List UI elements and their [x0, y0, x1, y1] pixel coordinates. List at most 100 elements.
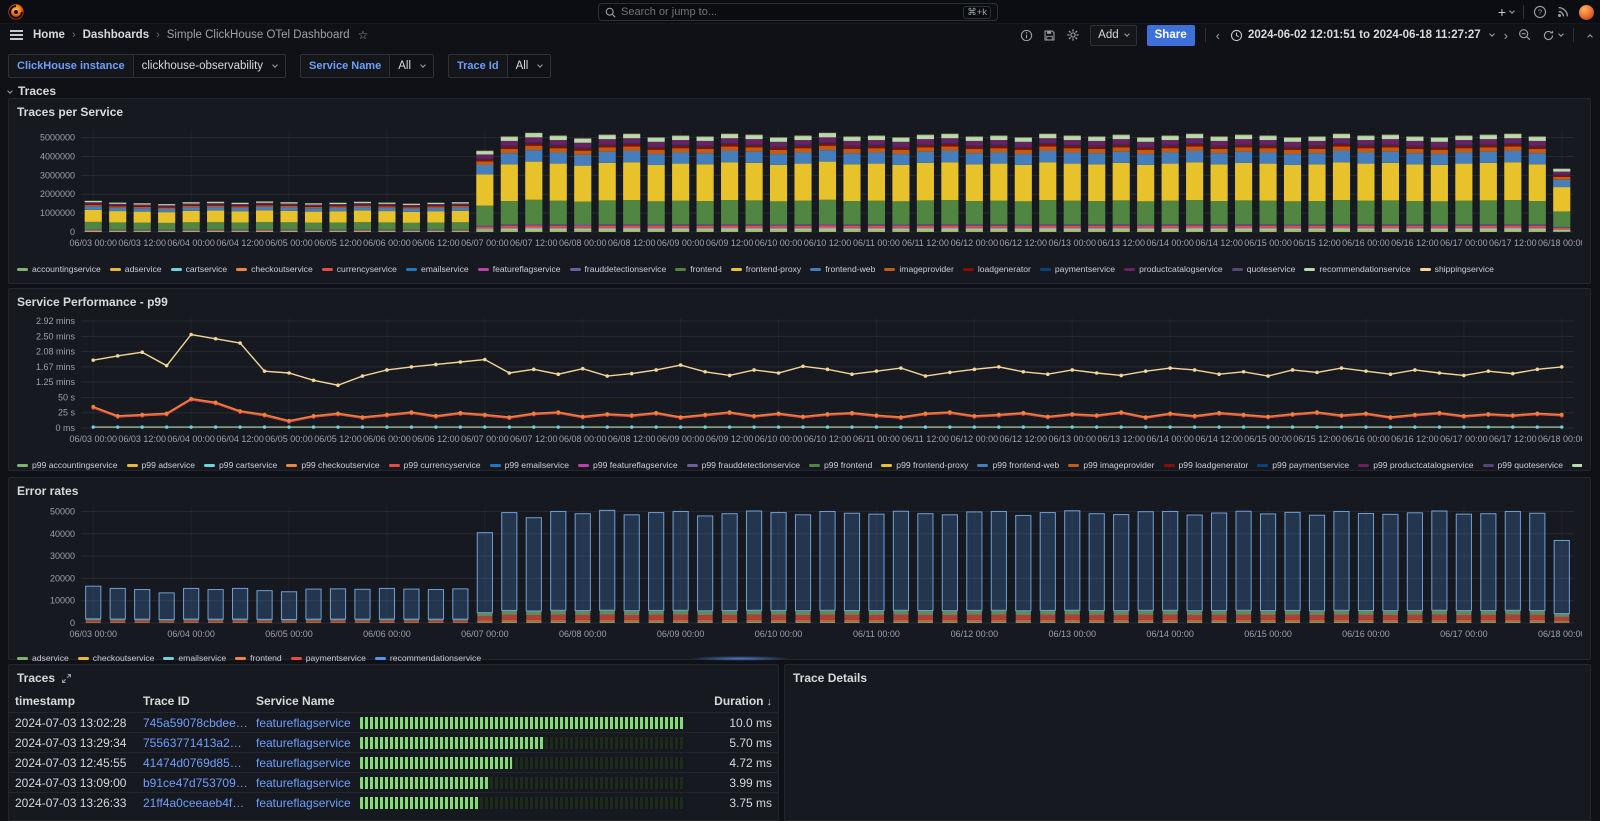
save-icon[interactable]	[1043, 29, 1056, 42]
expand-icon[interactable]	[61, 673, 72, 684]
legend-item[interactable]: p99 checkoutservice	[286, 460, 379, 470]
legend-item[interactable]: p99 adservice	[127, 460, 196, 470]
svg-text:06/17 00:00: 06/17 00:00	[1440, 238, 1488, 248]
svg-text:06/06 12:00: 06/06 12:00	[412, 238, 460, 248]
add-button[interactable]: Add	[1090, 25, 1136, 46]
cell-service-link[interactable]: featureflagservice	[256, 736, 360, 750]
panel-title[interactable]: Traces	[9, 670, 778, 686]
cell-trace-id-link[interactable]: 21ff4a0ceeaeb4fd90af0...	[143, 796, 256, 810]
legend-item[interactable]: adservice	[110, 264, 162, 274]
legend-item[interactable]: currencyservice	[322, 264, 397, 274]
col-service-name[interactable]: Service Name	[256, 694, 360, 708]
grafana-logo-icon[interactable]	[7, 3, 25, 21]
refresh-control[interactable]	[1542, 29, 1563, 42]
legend-item[interactable]: productcatalogservice	[1124, 264, 1223, 274]
legend-item[interactable]: shippingservice	[1420, 264, 1494, 274]
settings-gear-icon[interactable]	[1066, 28, 1080, 42]
time-range-picker[interactable]: 2024-06-02 12:01:51 to 2024-06-18 11:27:…	[1230, 29, 1494, 42]
legend-item[interactable]: p99 recommendationservice	[1572, 460, 1582, 470]
cell-trace-id-link[interactable]: b91ce47d753709695f1d...	[143, 776, 256, 790]
col-duration[interactable]: Duration↓	[694, 694, 772, 708]
svg-text:0: 0	[70, 227, 75, 237]
traces-per-service-chart[interactable]: 01000000200000030000004000000500000006/0…	[17, 120, 1582, 260]
legend-item[interactable]: loadgenerator	[963, 264, 1031, 274]
legend-item[interactable]: p99 currencyservice	[389, 460, 481, 470]
panel-title[interactable]: Traces per Service	[17, 104, 1582, 120]
row-traces[interactable]: Traces	[8, 84, 56, 98]
legend-item[interactable]: frontend-proxy	[731, 264, 801, 274]
cell-trace-id-link[interactable]: 745a59078cbdeec39b7...	[143, 716, 256, 730]
svg-text:06/15 00:00: 06/15 00:00	[1244, 434, 1292, 444]
panel-title[interactable]: Error rates	[17, 483, 1582, 499]
panel-title[interactable]: Service Performance - p99	[17, 294, 1582, 310]
legend-item[interactable]: p99 imageprovider	[1068, 460, 1154, 470]
collapse-toolbar-icon[interactable]	[1587, 34, 1593, 40]
legend-item[interactable]: imageprovider	[884, 264, 953, 274]
legend-item[interactable]: frontend	[675, 264, 722, 274]
variable-trace-id[interactable]: Trace Id All	[448, 54, 551, 78]
legend-item[interactable]: p99 frontend-web	[977, 460, 1059, 470]
cell-trace-id-link[interactable]: 75563771413a22a54618...	[143, 736, 256, 750]
service-performance-chart[interactable]: 0 ms25 s50 s1.25 mins1.67 mins2.08 mins2…	[17, 310, 1582, 456]
legend-item[interactable]: emailservice	[406, 264, 469, 274]
favorite-star-icon[interactable]: ☆	[358, 28, 369, 42]
col-timestamp[interactable]: timestamp	[15, 694, 143, 708]
variable-service-name[interactable]: Service Name All	[300, 54, 434, 78]
legend-item[interactable]: p99 quoteservice	[1483, 460, 1563, 470]
new-item-button[interactable]: +	[1498, 4, 1514, 20]
legend-item[interactable]: adservice	[17, 653, 69, 663]
breadcrumb-home[interactable]: Home	[33, 29, 65, 41]
legend-item[interactable]: frontend	[235, 653, 282, 663]
help-icon[interactable]: ?	[1533, 5, 1547, 19]
legend-item[interactable]: p99 paymentservice	[1257, 460, 1349, 470]
legend-item[interactable]: frontend-web	[810, 264, 875, 274]
legend-item[interactable]: p99 loadgenerator	[1164, 460, 1249, 470]
menu-icon[interactable]	[10, 27, 23, 42]
user-avatar[interactable]	[1579, 5, 1594, 20]
legend-item[interactable]: emailservice	[163, 653, 226, 663]
search-input[interactable]	[621, 6, 963, 18]
legend-item[interactable]: frauddetectionservice	[570, 264, 667, 274]
cell-service-link[interactable]: featureflagservice	[256, 776, 360, 790]
error-rates-chart[interactable]: 0100002000030000400005000006/03 00:0006/…	[17, 499, 1582, 649]
legend-item[interactable]: recommendationservice	[375, 653, 481, 663]
legend-item[interactable]: p99 cartservice	[204, 460, 277, 470]
legend-item[interactable]: checkoutservice	[236, 264, 313, 274]
legend-item[interactable]: p99 productcatalogservice	[1358, 460, 1473, 470]
legend-item[interactable]: p99 accountingservice	[17, 460, 118, 470]
duration-bar-gauge	[360, 717, 684, 729]
legend-item[interactable]: p99 emailservice	[490, 460, 569, 470]
legend-item[interactable]: paymentservice	[291, 653, 366, 663]
cell-service-link[interactable]: featureflagservice	[256, 796, 360, 810]
breadcrumb-dashboards[interactable]: Dashboards	[83, 29, 149, 41]
legend-item[interactable]: p99 frauddetectionservice	[687, 460, 800, 470]
global-search[interactable]: ⌘+k	[598, 3, 998, 21]
legend-item[interactable]: p99 frontend-proxy	[881, 460, 968, 470]
cell-trace-id-link[interactable]: 41474d0769d85ee2828...	[143, 756, 256, 770]
legend-item[interactable]: paymentservice	[1040, 264, 1115, 274]
insights-icon[interactable]	[1020, 29, 1033, 42]
zoom-out-icon[interactable]	[1518, 28, 1532, 42]
legend-item[interactable]: cartservice	[171, 264, 228, 274]
svg-text:06/15 12:00: 06/15 12:00	[1293, 434, 1341, 444]
cell-service-link[interactable]: featureflagservice	[256, 756, 360, 770]
legend-color-dash	[1304, 268, 1315, 271]
duration-bar-gauge	[360, 757, 684, 769]
panel-title[interactable]: Trace Details	[793, 670, 1582, 686]
legend-item[interactable]: p99 frontend	[809, 460, 872, 470]
legend-item[interactable]: checkoutservice	[78, 653, 155, 663]
legend-item[interactable]: recommendationservice	[1304, 264, 1410, 274]
time-shift-back-icon[interactable]: ‹	[1216, 28, 1220, 43]
time-shift-forward-icon[interactable]: ›	[1504, 28, 1508, 43]
cell-service-link[interactable]: featureflagservice	[256, 716, 360, 730]
legend-item[interactable]: quoteservice	[1232, 264, 1296, 274]
variable-clickhouse-instance[interactable]: ClickHouse instance clickhouse-observabi…	[8, 54, 286, 78]
col-trace-id[interactable]: Trace ID	[143, 694, 256, 708]
share-button[interactable]: Share	[1147, 25, 1195, 46]
legend-item[interactable]: accountingservice	[17, 264, 101, 274]
svg-text:10000: 10000	[50, 596, 75, 606]
news-icon[interactable]	[1556, 5, 1570, 19]
legend-item[interactable]: p99 featureflagservice	[578, 460, 678, 470]
legend-item[interactable]: featureflagservice	[478, 264, 561, 274]
svg-text:06/18 00:00: 06/18 00:00	[1538, 238, 1582, 248]
